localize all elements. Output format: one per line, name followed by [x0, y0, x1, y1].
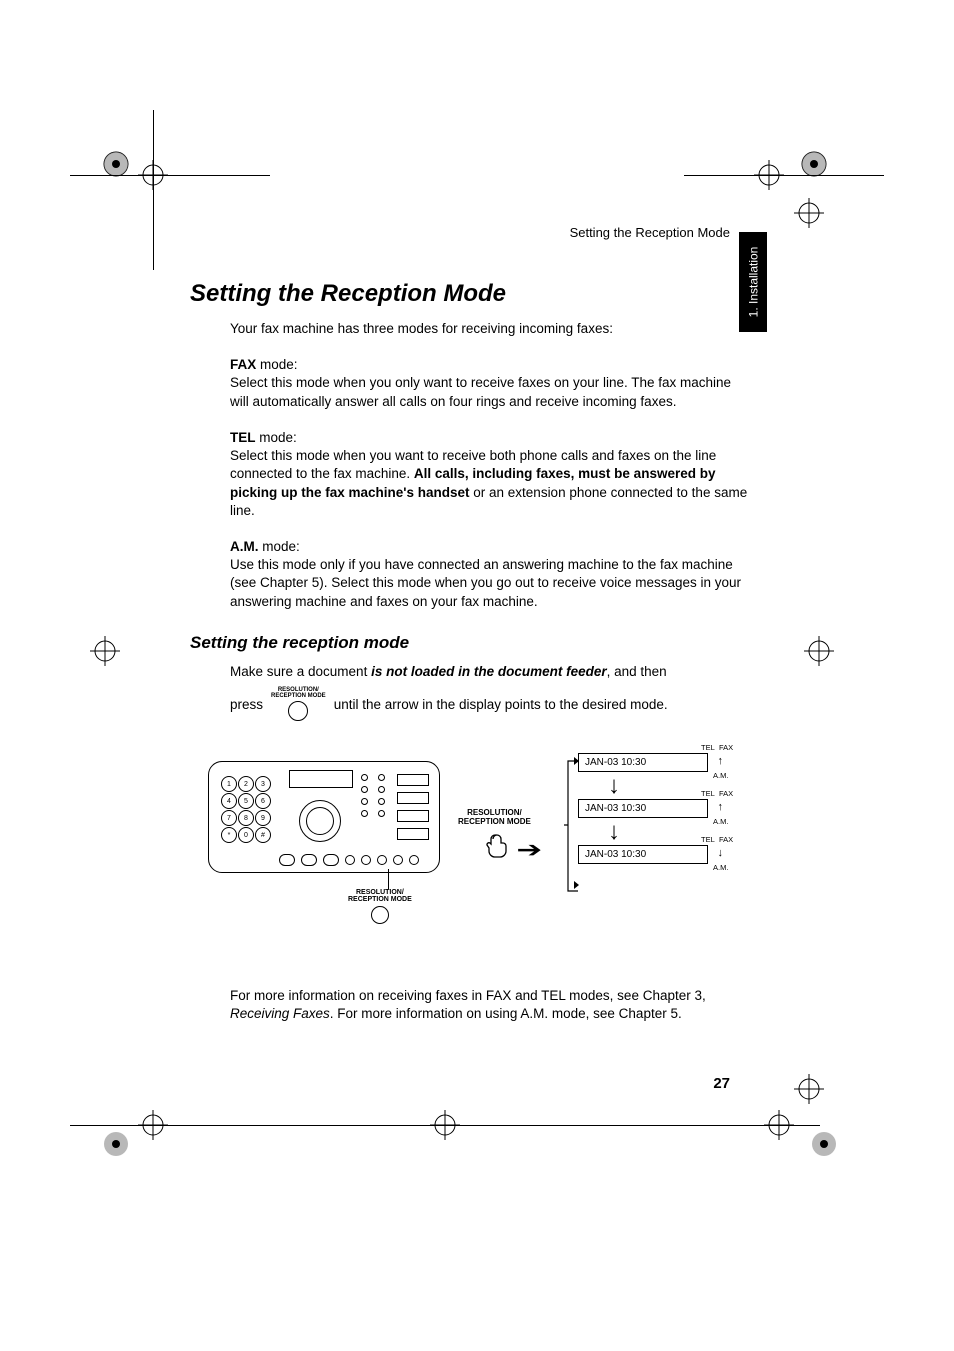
arrow-down-icon: ↓ [608, 778, 708, 795]
lcd-arrow-up-icon: ↑ [718, 801, 724, 813]
lcd-mode-labels: TEL FAX [701, 789, 733, 798]
keypad-icon: 1 2 3 4 5 6 7 8 9 * 0 # [221, 776, 269, 841]
footer-pre: For more information on receiving faxes … [230, 988, 706, 1003]
am-mode-block: A.M. mode: Use this mode only if you hav… [230, 538, 750, 611]
panel-label2: RECEPTION MODE [348, 896, 412, 903]
am-label: A.M. [713, 771, 728, 780]
registration-mark-icon [794, 198, 824, 228]
am-label: A.M. [713, 817, 728, 826]
lcd-arrow-down-icon: ↓ [718, 847, 724, 859]
press-line: press RESOLUTION/ RECEPTION MODE until t… [230, 687, 750, 721]
keypad-key: 8 [238, 810, 254, 826]
registration-mark-icon [764, 1110, 794, 1140]
footer-italic: Receiving Faxes [230, 1006, 330, 1021]
lcd-text: JAN-03 10:30 [585, 803, 646, 814]
fax-label: FAX [719, 743, 733, 752]
tel-mode-block: TEL mode: Select this mode when you want… [230, 429, 750, 520]
keypad-key: 2 [238, 776, 254, 792]
btn-label2: RECEPTION MODE [271, 693, 326, 699]
keypad-key: 0 [238, 827, 254, 843]
keypad-key: 4 [221, 793, 237, 809]
fax-label: FAX [719, 789, 733, 798]
arrow-down-icon: ↓ [608, 824, 708, 841]
fax-mode-label: FAX [230, 357, 256, 372]
tel-mode-label: TEL [230, 430, 256, 445]
registration-mark-icon [804, 636, 834, 666]
crop-line [684, 175, 884, 176]
registration-mark-icon [804, 1124, 844, 1164]
fax-mode-block: FAX mode: Select this mode when you only… [230, 356, 750, 411]
lcd-text: JAN-03 10:30 [585, 757, 646, 768]
instruct-bold-italic: is not loaded in the document feeder [371, 664, 607, 679]
tel-label: TEL [701, 789, 715, 798]
lcd-display: TEL FAX JAN-03 10:30 ↑ A.M. [578, 753, 708, 772]
keypad-key: 9 [255, 810, 271, 826]
registration-mark-icon [96, 144, 136, 184]
mid-label1: RESOLUTION/ [467, 808, 522, 817]
lcd-mode-labels: TEL FAX [701, 743, 733, 752]
page-content: Setting the Reception Mode Your fax mach… [190, 220, 750, 1024]
fax-mode-text: Select this mode when you only want to r… [230, 375, 731, 408]
panel-label1: RESOLUTION/ [356, 889, 404, 896]
tel-label: TEL [701, 743, 715, 752]
section-subhead: Setting the reception mode [190, 633, 750, 653]
crop-line [70, 175, 270, 176]
registration-mark-icon [430, 1110, 460, 1140]
panel-button-label: RESOLUTION/ RECEPTION MODE [348, 889, 412, 924]
lcd-text: JAN-03 10:30 [585, 849, 646, 860]
registration-mark-icon [90, 636, 120, 666]
panel-bottom-buttons-icon [279, 854, 419, 866]
keypad-key: 6 [255, 793, 271, 809]
panel-button-circle-icon [371, 906, 389, 924]
am-mode-label: A.M. [230, 539, 259, 554]
indicator-lights-icon [361, 774, 385, 817]
am-mode-suffix: mode: [259, 539, 300, 554]
panel-lcd-icon [289, 770, 353, 788]
mid-button-label: RESOLUTION/ RECEPTION MODE [458, 809, 531, 827]
control-panel-diagram: 1 2 3 4 5 6 7 8 9 * 0 # [208, 761, 750, 941]
fax-mode-suffix: mode: [256, 357, 297, 372]
am-label: A.M. [713, 863, 728, 872]
keypad-key: 5 [238, 793, 254, 809]
page-number: 27 [190, 1075, 730, 1092]
registration-mark-icon [794, 1074, 824, 1104]
lcd-display: TEL FAX JAN-03 10:30 ↑ A.M. [578, 799, 708, 818]
panel-side-buttons-icon [397, 774, 429, 840]
press-hand-icon [483, 831, 511, 859]
arrow-right-icon: ➔ [516, 837, 542, 863]
registration-mark-icon [96, 1124, 136, 1164]
instruct-pre: Make sure a document [230, 664, 371, 679]
lcd-display: TEL FAX JAN-03 10:30 ↓ A.M. [578, 845, 708, 864]
lcd-arrow-up-icon: ↑ [718, 755, 724, 767]
keypad-key: 7 [221, 810, 237, 826]
lcd-sequence: TEL FAX JAN-03 10:30 ↑ A.M. ↓ TEL FAX JA… [578, 753, 708, 864]
keypad-key: * [221, 827, 237, 843]
mid-label2: RECEPTION MODE [458, 817, 531, 826]
intro-text: Your fax machine has three modes for rec… [230, 320, 750, 338]
fax-label: FAX [719, 835, 733, 844]
button-circle-icon [288, 701, 308, 721]
keypad-key: # [255, 827, 271, 843]
panel-outline: 1 2 3 4 5 6 7 8 9 * 0 # [208, 761, 440, 873]
tel-mode-suffix: mode: [256, 430, 297, 445]
press-pre: press [230, 697, 263, 712]
page-title: Setting the Reception Mode [190, 280, 750, 308]
instruction-text: Make sure a document is not loaded in th… [230, 663, 750, 681]
bracket-icon [564, 755, 584, 900]
tel-label: TEL [701, 835, 715, 844]
leader-line [388, 869, 389, 889]
press-post: until the arrow in the display points to… [334, 697, 668, 712]
am-mode-text: Use this mode only if you have connected… [230, 557, 741, 608]
footer-text: For more information on receiving faxes … [230, 987, 750, 1023]
registration-mark-icon [794, 144, 834, 184]
reception-mode-button-icon: RESOLUTION/ RECEPTION MODE [271, 687, 326, 721]
instruct-post: , and then [607, 664, 667, 679]
lcd-mode-labels: TEL FAX [701, 835, 733, 844]
keypad-key: 1 [221, 776, 237, 792]
crop-line [153, 110, 154, 270]
keypad-key: 3 [255, 776, 271, 792]
panel-dial-icon [299, 800, 341, 842]
footer-post: . For more information on using A.M. mod… [330, 1006, 682, 1021]
